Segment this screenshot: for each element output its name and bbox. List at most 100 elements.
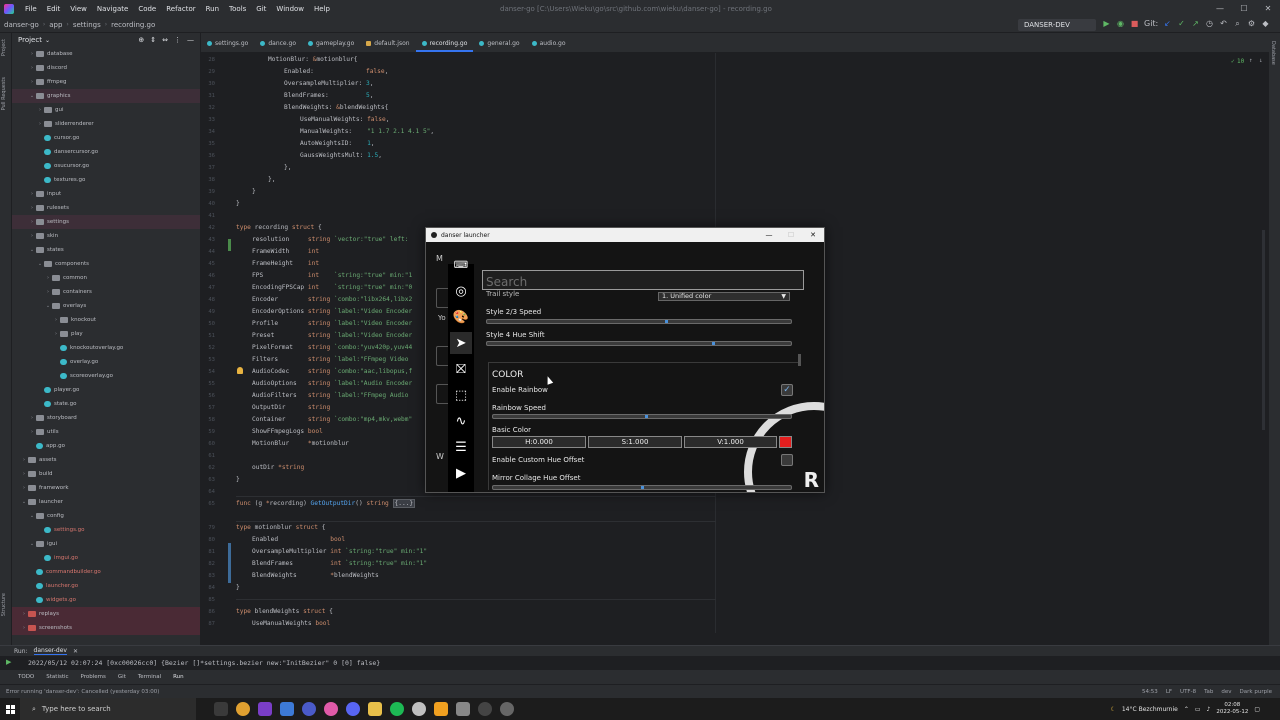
problems-tool[interactable]: Problems [81,674,106,680]
search-icon[interactable]: ⌕ [1233,19,1242,29]
tree-folder-item[interactable]: › framework [12,481,200,495]
expand-arrow-icon[interactable]: › [20,485,28,491]
breadcrumb-file[interactable]: recording.go [107,21,159,29]
weather-icon[interactable]: ☾ [1110,706,1115,713]
start-button[interactable] [0,698,20,720]
expand-arrow-icon[interactable]: ⌄ [28,513,36,519]
trail-style-select[interactable]: 1. Unified color ▼ [658,292,790,301]
arrow-down-icon[interactable]: ↓ [1259,57,1263,64]
tree-folder-item[interactable]: › rulesets [12,201,200,215]
settings-icon[interactable]: ⚙ [1247,19,1256,29]
tree-folder-item[interactable]: › utils [12,425,200,439]
saturation-field[interactable]: S:1.000 [588,436,682,448]
tree-folder-item[interactable]: › input [12,187,200,201]
chrome-icon[interactable] [236,702,250,716]
cursor-icon[interactable]: ➤ [450,332,472,354]
editor-tab[interactable]: gameplay.go [302,40,360,52]
color-swatch[interactable] [779,436,792,448]
tree-folder-item[interactable]: › storyboard [12,411,200,425]
goland-icon[interactable] [258,702,272,716]
tree-folder-item[interactable]: › common [12,271,200,285]
tree-folder-item[interactable]: › build [12,467,200,481]
todo-tool[interactable]: TODO [18,674,34,680]
expand-arrow-icon[interactable]: › [28,51,36,57]
expand-arrow-icon[interactable]: › [44,275,52,281]
tree-folder-item[interactable]: › ffmpeg [12,75,200,89]
expand-arrow-icon[interactable]: › [28,233,36,239]
menu-window[interactable]: Window [271,5,309,13]
close-icon[interactable]: ✕ [73,648,78,655]
tree-folder-item[interactable]: › skin [12,229,200,243]
mirror-collage-hue-slider[interactable] [492,485,792,490]
file-encoding[interactable]: UTF-8 [1180,689,1196,695]
menu-git[interactable]: Git [251,5,271,13]
tree-folder-item[interactable]: ⌄ config [12,509,200,523]
slider-knob[interactable] [641,486,644,489]
stop-icon[interactable]: ■ [1130,19,1139,29]
expand-arrow-icon[interactable]: › [28,205,36,211]
tree-file-item[interactable]: osucursor.go [12,159,200,173]
lightbulb-icon[interactable] [237,367,243,374]
menu-help[interactable]: Help [309,5,335,13]
panel-scrollbar[interactable] [798,354,801,366]
statistic-tool[interactable]: Statistic [46,674,68,680]
rainbow-speed-slider[interactable] [492,414,792,419]
expand-arrow-icon[interactable]: ⌄ [28,541,36,547]
expand-arrow-icon[interactable]: ⌄ [20,499,28,505]
target-icon[interactable]: ◎ [450,280,472,302]
tree-folder-item[interactable]: ⌄ components [12,257,200,271]
notifications-icon[interactable]: ▢ [1254,706,1260,713]
options-icon[interactable]: ⋮ [174,36,181,44]
menu-tools[interactable]: Tools [224,5,251,13]
slider-icon[interactable]: ∿ [450,410,472,432]
menu-code[interactable]: Code [133,5,161,13]
danser-icon[interactable] [500,702,514,716]
tree-folder-item[interactable]: ⌄ overlays [12,299,200,313]
run-tab[interactable]: danser-dev [33,647,67,655]
caret-position[interactable]: 54:53 [1142,689,1158,695]
expand-arrow-icon[interactable]: ⌄ [36,261,44,267]
maximize-icon[interactable]: ☐ [1232,0,1256,17]
editor-tab[interactable]: recording.go [415,40,474,52]
expand-arrow-icon[interactable]: › [52,331,60,337]
rollback-icon[interactable]: ↶ [1219,19,1228,29]
enable-rainbow-checkbox[interactable]: ✓ [781,384,793,396]
expand-arrow-icon[interactable]: › [20,611,28,617]
tree-file-item[interactable]: settings.go [12,523,200,537]
gameplay-icon[interactable]: ⛝ [450,358,472,380]
indent-style[interactable]: Tab [1204,689,1213,695]
clock[interactable]: 02:08 2022-05-12 [1216,702,1248,716]
menu-run[interactable]: Run [201,5,224,13]
weather-text[interactable]: 14°C Bezchmurnie [1122,706,1178,713]
expand-arrow-icon[interactable]: ⌄ [28,247,36,253]
tree-file-item[interactable]: textures.go [12,173,200,187]
menu-view[interactable]: View [65,5,92,13]
inspection-icon[interactable]: ✓ [1231,58,1235,65]
tree-file-item[interactable]: cursor.go [12,131,200,145]
tree-folder-item[interactable]: ⌄ launcher [12,495,200,509]
tree-file-item[interactable]: dansercursor.go [12,145,200,159]
custom-hue-offset-checkbox[interactable] [781,454,793,466]
locate-icon[interactable]: ⊕ [138,36,144,44]
tree-folder-item[interactable]: › containers [12,285,200,299]
app-icon[interactable] [456,702,470,716]
rerun-icon[interactable]: ▶ [6,658,11,666]
close-icon[interactable]: ✕ [802,231,824,239]
app-icon[interactable] [434,702,448,716]
hue-field[interactable]: H:0.000 [492,436,586,448]
expand-arrow-icon[interactable]: ⌄ [28,93,36,99]
tree-folder-item[interactable]: › gui [12,103,200,117]
tree-file-item[interactable]: knockoutoverlay.go [12,341,200,355]
expand-arrow-icon[interactable]: › [28,415,36,421]
git-push-icon[interactable]: ↗ [1191,19,1200,29]
expand-arrow-icon[interactable]: › [44,289,52,295]
breadcrumb-app[interactable]: app [45,21,66,29]
app-icon[interactable] [324,702,338,716]
minimize-icon[interactable]: — [758,231,780,239]
structure-tool-icon[interactable]: Structure [1,593,7,616]
tree-file-item[interactable]: app.go [12,439,200,453]
expand-arrow-icon[interactable]: › [28,429,36,435]
value-field[interactable]: V:1.000 [684,436,777,448]
tree-file-item[interactable]: commandbuilder.go [12,565,200,579]
tray-chevron-icon[interactable]: ⌃ [1184,706,1189,713]
